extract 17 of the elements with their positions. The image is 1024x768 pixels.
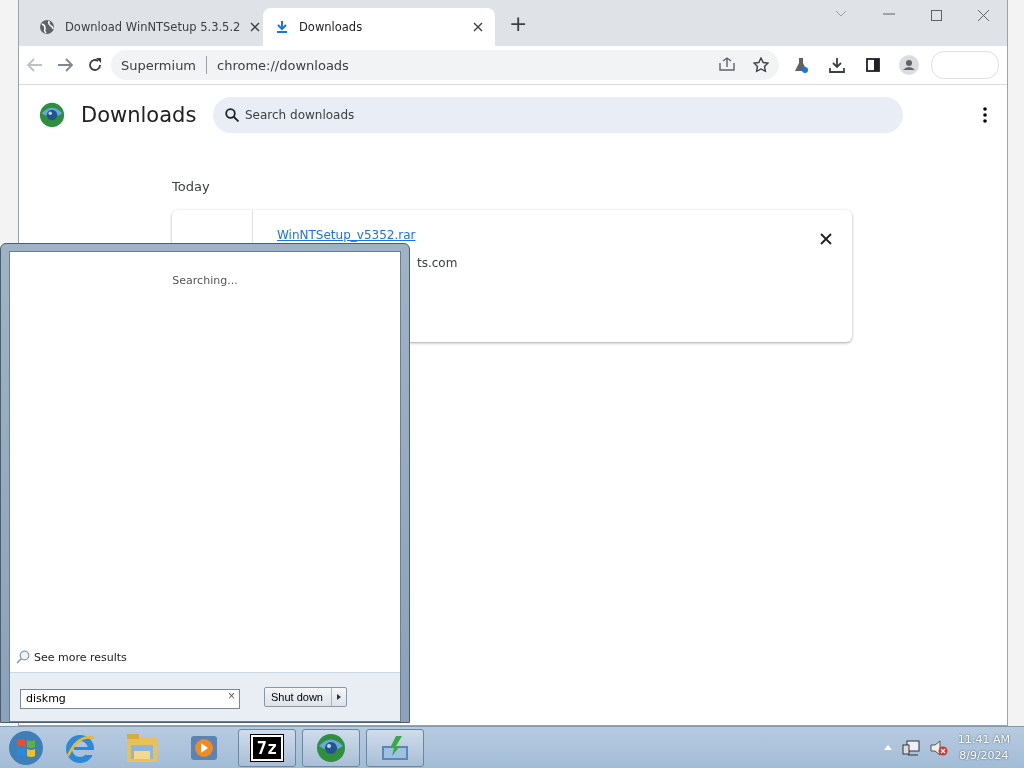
- site-name: Supermium: [121, 57, 197, 73]
- browser-tab[interactable]: Download WinNTSetup 5.3.5.2: [27, 8, 259, 46]
- search-field[interactable]: Search downloads: [213, 97, 903, 133]
- address-bar[interactable]: Supermium chrome://downloads: [111, 50, 779, 80]
- new-tab-button[interactable]: +: [503, 9, 534, 37]
- taskbar-app[interactable]: 7z: [238, 728, 296, 767]
- page-title: Downloads: [81, 103, 197, 127]
- file-link[interactable]: WinNTSetup_v5352.rar: [277, 228, 416, 242]
- status-text: Searching...: [172, 274, 238, 287]
- shut-down-button[interactable]: Shut down: [264, 687, 347, 707]
- see-more-link[interactable]: See more results: [10, 650, 400, 672]
- app-logo: 7z: [250, 734, 284, 761]
- source-url: ts.com: [416, 256, 459, 270]
- browser-tab[interactable]: Downloads: [263, 8, 495, 46]
- clear-button[interactable]: ×: [228, 689, 235, 703]
- url-text: chrome://downloads: [217, 57, 349, 73]
- section-heading: Today: [172, 179, 211, 194]
